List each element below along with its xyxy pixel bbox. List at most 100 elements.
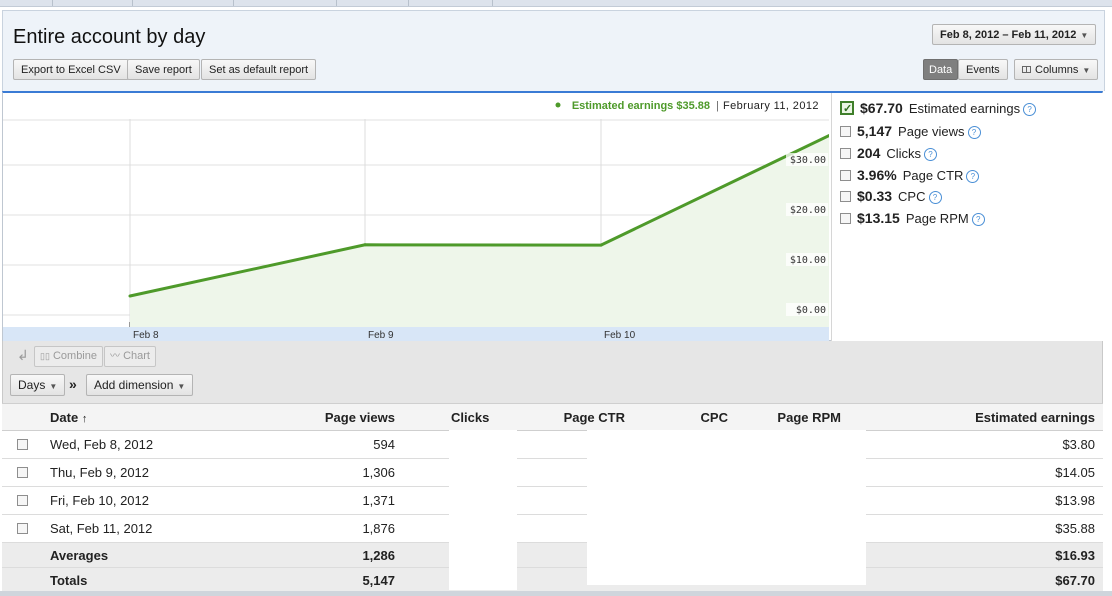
help-icon[interactable]: ? <box>928 191 942 204</box>
days-dropdown[interactable]: Days ▼ <box>10 374 66 396</box>
checkbox[interactable] <box>840 126 851 137</box>
metric-value: $13.15 <box>857 210 900 226</box>
column-header-page-views[interactable]: Page views <box>249 403 403 431</box>
set-default-report-button[interactable]: Set as default report <box>201 59 317 80</box>
checkbox[interactable] <box>840 213 851 224</box>
metric-label: Page RPM <box>905 211 969 226</box>
y-tick-label: $10.00 <box>790 255 826 266</box>
cell-page-views: 1,306 <box>249 458 403 487</box>
report-table: Date ↑ Page views Clicks Page CTR CPC Pa… <box>2 403 1103 593</box>
y-tick-label: $30.00 <box>790 155 826 166</box>
metric-estimated-earnings[interactable]: $67.70 Estimated earnings? <box>840 98 1037 119</box>
chevron-down-icon: ▼ <box>177 382 186 391</box>
row-checkbox[interactable] <box>16 495 28 506</box>
metric-clicks[interactable]: 204 Clicks? <box>840 143 938 163</box>
export-csv-button[interactable]: Export to Excel CSV <box>13 59 129 80</box>
totals-earnings: $67.70 <box>849 567 1103 593</box>
y-tick-label: $0.00 <box>796 305 826 316</box>
cell-page-views: 1,876 <box>249 514 403 543</box>
days-label: Days <box>18 378 46 392</box>
checkbox[interactable] <box>840 148 851 159</box>
cell-earnings: $35.88 <box>849 514 1103 543</box>
column-header-cpc[interactable]: CPC <box>629 403 729 431</box>
cell-date: Sat, Feb 11, 2012 <box>42 514 249 543</box>
chart-panel: $0.00 $10.00 $20.00 $30.00 Feb 8 Feb 9 Feb 10… <box>2 91 1103 341</box>
averages-page-views: 1,286 <box>249 542 403 568</box>
chevron-down-icon: ▼ <box>1082 66 1091 75</box>
column-header-estimated-earnings[interactable]: Estimated earnings <box>849 403 1103 431</box>
redaction-block <box>587 430 866 585</box>
date-range-picker[interactable]: Feb 8, 2012 – Feb 11, 2012 ▼ <box>932 24 1097 45</box>
checkbox-checked[interactable] <box>840 99 854 119</box>
help-icon[interactable]: ? <box>971 213 985 226</box>
table-row: Wed, Feb 8, 2012 594 $3.80 <box>2 430 1103 459</box>
x-axis-band <box>3 327 829 341</box>
row-checkbox[interactable] <box>16 439 28 450</box>
chart-button[interactable]: 〰 Chart <box>104 346 156 367</box>
metric-selector: $67.70 Estimated earnings? 5,147 Page view… <box>831 93 1103 341</box>
help-icon[interactable]: ? <box>967 126 981 139</box>
chevron-down-icon: ▼ <box>1080 31 1089 40</box>
metric-value: 3.96% <box>857 167 897 183</box>
table-toolbar: ↲ ▯▯ Combine 〰 Chart Days ▼ » Add dimensi… <box>2 341 1103 403</box>
table-header-row: Date ↑ Page views Clicks Page CTR CPC Pa… <box>2 403 1103 431</box>
columns-icon <box>1022 66 1031 73</box>
totals-page-views: 5,147 <box>249 567 403 593</box>
cell-earnings: $3.80 <box>849 430 1103 459</box>
help-icon[interactable]: ? <box>924 148 938 161</box>
date-range-label: Feb 8, 2012 – Feb 11, 2012 <box>940 29 1077 41</box>
column-header-date[interactable]: Date ↑ <box>42 403 249 431</box>
data-point[interactable] <box>363 243 367 247</box>
data-point[interactable] <box>599 243 603 247</box>
row-checkbox[interactable] <box>16 523 28 534</box>
column-header-clicks[interactable]: Clicks <box>403 403 516 431</box>
y-tick-label: $20.00 <box>790 205 826 216</box>
chart-icon: 〰 <box>110 351 120 362</box>
sort-ascending-icon: ↑ <box>81 412 88 425</box>
column-header-page-rpm[interactable]: Page RPM <box>729 403 849 431</box>
add-dimension-dropdown[interactable]: Add dimension ▼ <box>86 374 194 396</box>
cell-date: Wed, Feb 8, 2012 <box>42 430 249 459</box>
breadcrumb-separator: » <box>69 376 77 392</box>
top-tab-strip <box>0 0 1112 7</box>
checkbox[interactable] <box>840 170 851 181</box>
data-point[interactable] <box>128 294 132 298</box>
metric-value: 204 <box>857 145 881 161</box>
metric-value: $67.70 <box>860 100 903 116</box>
checkbox[interactable] <box>840 191 851 202</box>
combine-button[interactable]: ▯▯ Combine <box>34 346 103 367</box>
earnings-area-fill <box>130 135 829 327</box>
metric-page-views[interactable]: 5,147 Page views? <box>840 121 981 141</box>
column-header-page-ctr[interactable]: Page CTR <box>516 403 629 431</box>
earnings-chart[interactable]: $0.00 $10.00 $20.00 $30.00 Feb 8 Feb 9 Feb 10… <box>3 93 829 341</box>
legend-date-label: February 11, 2012 <box>723 100 819 112</box>
metric-page-ctr[interactable]: 3.96% Page CTR? <box>840 165 980 185</box>
cell-page-views: 594 <box>249 430 403 459</box>
help-icon[interactable]: ? <box>966 170 980 183</box>
page-title: Entire account by day <box>13 26 206 48</box>
combine-label: Combine <box>52 350 97 362</box>
columns-button[interactable]: Columns ▼ <box>1014 59 1099 80</box>
averages-row: Averages 1,286 $16.93 <box>2 542 1103 568</box>
report-header: Entire account by day Export to Excel CS… <box>2 10 1105 91</box>
pivot-icon: ↲ <box>17 347 29 363</box>
metric-label: CPC <box>898 189 926 204</box>
metric-page-rpm[interactable]: $13.15 Page RPM? <box>840 208 985 228</box>
metric-label: Page CTR <box>902 168 964 183</box>
x-tick-label: Feb 8 <box>133 330 159 341</box>
save-report-button[interactable]: Save report <box>127 59 200 80</box>
select-header <box>2 403 42 431</box>
legend-separator: | <box>716 100 719 112</box>
view-data-toggle[interactable]: Data <box>923 59 959 80</box>
x-tick-label: Feb 10 <box>604 330 636 341</box>
help-icon[interactable]: ? <box>1023 103 1037 116</box>
cell-earnings: $13.98 <box>849 486 1103 515</box>
combine-icon: ▯▯ <box>40 351 50 361</box>
averages-earnings: $16.93 <box>849 542 1103 568</box>
chevron-down-icon: ▼ <box>49 382 58 391</box>
view-events-toggle[interactable]: Events <box>958 59 1008 80</box>
cell-earnings: $14.05 <box>849 458 1103 487</box>
metric-cpc[interactable]: $0.33 CPC? <box>840 186 942 206</box>
metric-label: Page views <box>898 124 965 139</box>
row-checkbox[interactable] <box>16 467 28 478</box>
